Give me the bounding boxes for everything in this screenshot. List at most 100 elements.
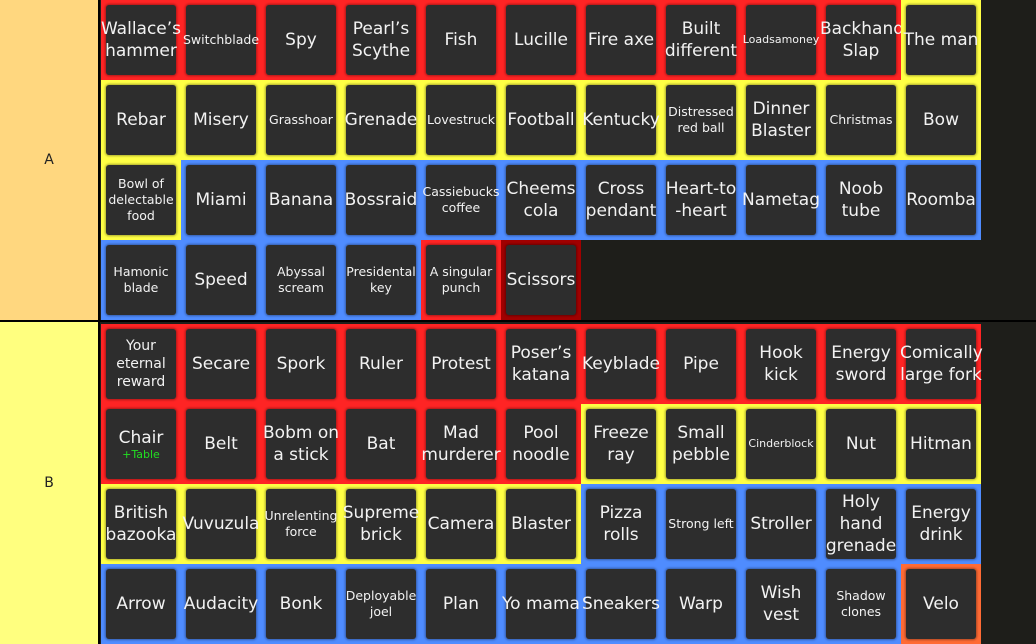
tier-item[interactable]: Fire axe <box>581 0 661 80</box>
tier-item[interactable]: Speed <box>181 240 261 320</box>
tier-item[interactable]: Rebar <box>101 80 181 160</box>
tier-item[interactable]: Vuvuzula <box>181 484 261 564</box>
tier-item[interactable]: Roomba <box>901 160 981 240</box>
item-tile: Plan <box>426 569 496 639</box>
tier-item[interactable]: Miami <box>181 160 261 240</box>
tier-item[interactable]: Backhand Slap <box>820 0 904 80</box>
tier-item[interactable]: Pipe <box>661 324 741 404</box>
tier-item[interactable]: Lucille <box>501 0 581 80</box>
item-tile: Wallace’s hammer <box>101 5 181 75</box>
tier-item[interactable]: Grenade <box>341 80 421 160</box>
tier-item[interactable]: Cross pendant <box>581 160 661 240</box>
tier-item[interactable]: Bat <box>341 404 421 484</box>
tier-item[interactable]: Protest <box>421 324 501 404</box>
tier-item[interactable]: Your eternal reward <box>101 324 181 404</box>
item-tile: Fish <box>426 5 496 75</box>
tier-item[interactable]: Pool noodle <box>501 404 581 484</box>
tier-item[interactable]: Cheems cola <box>501 160 581 240</box>
tier-item[interactable]: Strong left <box>661 484 741 564</box>
tier-item[interactable]: Bonk <box>261 564 341 644</box>
tier-item[interactable]: Presidental key <box>341 240 421 320</box>
tier-item[interactable]: The man <box>901 0 981 80</box>
tier-item[interactable]: Nametag <box>741 160 821 240</box>
tier-item[interactable]: Bowl of delectable food <box>101 160 181 240</box>
tier-item[interactable]: Mad murderer <box>421 404 501 484</box>
tier-item[interactable]: Supreme brick <box>341 484 421 564</box>
tier-item[interactable]: Secare <box>181 324 261 404</box>
tier-item[interactable]: Energy sword <box>821 324 901 404</box>
tier-item[interactable]: Pearl’s Scythe <box>341 0 421 80</box>
item-name: Unrelenting force <box>264 508 338 539</box>
tier-item[interactable]: Bobm on a stick <box>261 404 341 484</box>
tier-item[interactable]: Arrow <box>101 564 181 644</box>
item-name: Cassiebucks coffee <box>422 184 500 215</box>
tier-item[interactable]: Hook kick <box>741 324 821 404</box>
tier-item[interactable]: Dinner Blaster <box>741 80 821 160</box>
tier-item[interactable]: Kentucky <box>581 80 661 160</box>
tier-item[interactable]: Fish <box>421 0 501 80</box>
item-name: Small pebble <box>671 423 730 465</box>
tier-item[interactable]: Deployable joel <box>341 564 421 644</box>
item-name: Bat <box>366 434 396 454</box>
tier-item[interactable]: Belt <box>181 404 261 484</box>
tier-item[interactable]: Nut <box>821 404 901 484</box>
tier-item[interactable]: Energy drink <box>901 484 981 564</box>
tier-item[interactable]: Velo <box>901 564 981 644</box>
tier-item[interactable]: Freeze ray <box>581 404 661 484</box>
item-tile: Audacity <box>184 569 258 639</box>
tier-item[interactable]: Banana <box>261 160 341 240</box>
tier-item[interactable]: Loadsamoney <box>741 0 821 80</box>
tier-item[interactable]: Camera <box>421 484 501 564</box>
tier-item[interactable]: Hamonic blade <box>101 240 181 320</box>
tier-item[interactable]: Shadow clones <box>821 564 901 644</box>
tier-item[interactable]: Ruler <box>341 324 421 404</box>
tier-item[interactable]: Wallace’s hammer <box>101 0 181 80</box>
tier-item[interactable]: Bossraid <box>341 160 421 240</box>
tier-item[interactable]: A singular punch <box>421 240 501 320</box>
tier-item[interactable]: British bazooka <box>101 484 181 564</box>
item-tile: Comically large fork <box>900 329 983 399</box>
tier-item[interactable]: Hitman <box>901 404 981 484</box>
tier-label-b[interactable]: B <box>0 322 100 644</box>
tier-item[interactable]: Yo mama <box>501 564 581 644</box>
item-tile: Spork <box>266 329 336 399</box>
tier-item[interactable]: Heart-to -heart <box>661 160 741 240</box>
tier-item[interactable]: Wish vest <box>741 564 821 644</box>
item-name: Rebar <box>116 110 166 130</box>
tier-item[interactable]: Spy <box>261 0 341 80</box>
tier-item[interactable]: Lovestruck <box>421 80 501 160</box>
item-tile: Hamonic blade <box>106 245 176 315</box>
tier-item[interactable]: Misery <box>181 80 261 160</box>
item-name: Keyblade <box>581 354 660 374</box>
tier-item[interactable]: Spork <box>261 324 341 404</box>
tier-item[interactable]: Noob tube <box>821 160 901 240</box>
item-tile: Sneakers <box>582 569 660 639</box>
tier-item[interactable]: Scissors <box>501 240 581 320</box>
tier-item[interactable]: Football <box>501 80 581 160</box>
tier-item[interactable]: Poser’s katana <box>501 324 581 404</box>
tier-item[interactable]: Grasshoar <box>261 80 341 160</box>
tier-item[interactable]: Switchblade <box>181 0 261 80</box>
tier-item[interactable]: Cinderblock <box>741 404 821 484</box>
tier-item[interactable]: Sneakers <box>581 564 661 644</box>
tier-item[interactable]: Small pebble <box>661 404 741 484</box>
tier-item[interactable]: Christmas <box>821 80 901 160</box>
item-name: Football <box>507 110 575 130</box>
tier-item[interactable]: Keyblade <box>581 324 661 404</box>
tier-item[interactable]: Chair +Table <box>101 404 181 484</box>
tier-item[interactable]: Pizza rolls <box>581 484 661 564</box>
tier-item[interactable]: Built different <box>661 0 741 80</box>
tier-item[interactable]: Holy hand grenade <box>821 484 901 564</box>
tier-item[interactable]: Comically large fork <box>900 324 983 404</box>
tier-item[interactable]: Bow <box>901 80 981 160</box>
tier-item[interactable]: Blaster <box>501 484 581 564</box>
tier-item[interactable]: Stroller <box>741 484 821 564</box>
tier-item[interactable]: Warp <box>661 564 741 644</box>
tier-item[interactable]: Cassiebucks coffee <box>421 160 501 240</box>
tier-label-a[interactable]: A <box>0 0 100 320</box>
tier-item[interactable]: Abyssal scream <box>261 240 341 320</box>
tier-item[interactable]: Unrelenting force <box>261 484 341 564</box>
tier-item[interactable]: Distressed red ball <box>661 80 741 160</box>
tier-item[interactable]: Plan <box>421 564 501 644</box>
tier-item[interactable]: Audacity <box>181 564 261 644</box>
